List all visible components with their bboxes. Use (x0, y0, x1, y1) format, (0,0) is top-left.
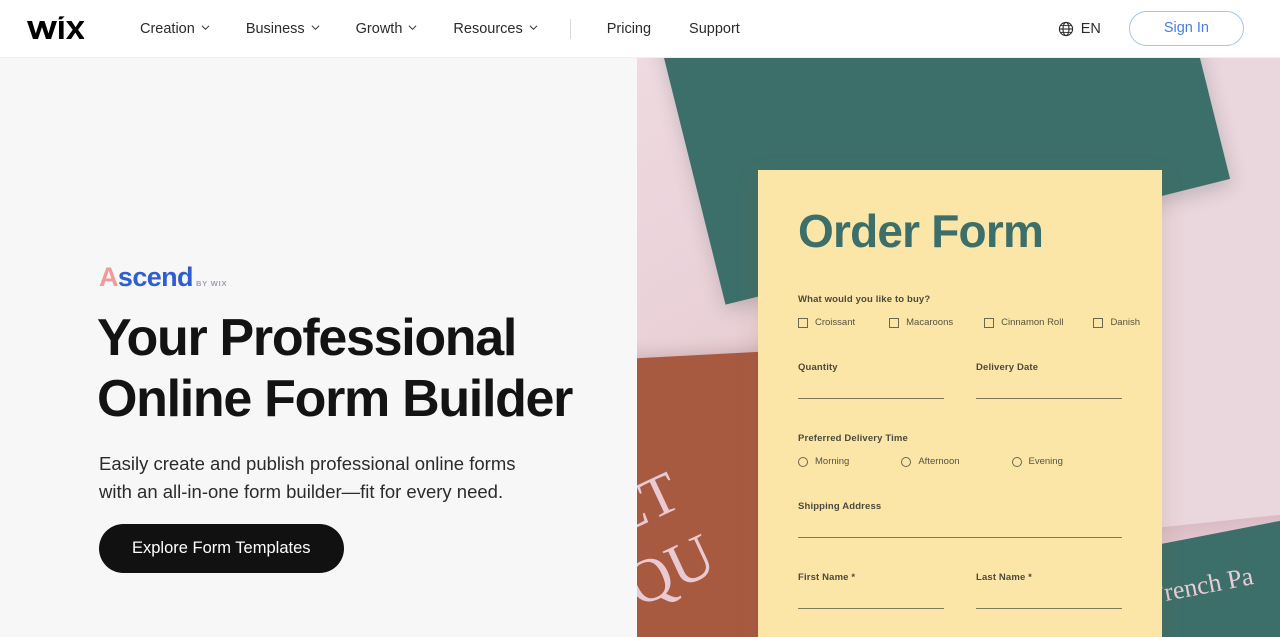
sign-in-button[interactable]: Sign In (1128, 11, 1244, 46)
order-form-title: Order Form (798, 205, 1044, 257)
option-label: Danish (1110, 317, 1141, 328)
nav-item-support[interactable]: Support (689, 15, 740, 43)
photo-rust-text-2: TIQU (637, 521, 726, 637)
quantity-date-row: Quantity Delivery Date (798, 362, 1122, 399)
preferred-time-label: Preferred Delivery Time (798, 433, 908, 444)
radio-icon[interactable] (901, 456, 912, 467)
time-options-row: Morning Afternoon Evening (798, 456, 1122, 467)
nav-item-pricing[interactable]: Pricing (607, 15, 651, 43)
chevron-down-icon (201, 23, 210, 32)
site-header: Creation Business Growth Resources Prici… (0, 0, 1280, 58)
main-nav: Creation Business Growth Resources Prici… (140, 15, 778, 43)
checkbox-icon[interactable] (798, 317, 808, 328)
nav-item-creation[interactable]: Creation (140, 15, 210, 43)
language-label: EN (1080, 20, 1101, 37)
explore-form-templates-button[interactable]: Explore Form Templates (99, 524, 344, 573)
delivery-date-input[interactable] (976, 373, 1122, 399)
option-label: Croissant (815, 317, 856, 328)
wix-logo[interactable] (26, 14, 84, 44)
first-name-input[interactable] (798, 583, 944, 609)
checkbox-icon[interactable] (984, 317, 995, 328)
ascend-wordmark: Ascend (99, 262, 194, 292)
page-root: Creation Business Growth Resources Prici… (0, 0, 1280, 637)
header-actions: EN Sign In (1058, 11, 1244, 46)
quantity-input[interactable] (798, 373, 944, 399)
quantity-label: Quantity (798, 362, 838, 373)
hero-subheading: Easily create and publish professional o… (99, 450, 529, 506)
checkbox-danish[interactable]: Danish (1093, 317, 1140, 328)
page-title: Your Professional Online Form Builder (97, 308, 617, 430)
nav-divider (569, 18, 571, 39)
subhead-line-1: Easily create and publish professional o… (99, 453, 516, 474)
ascend-rest: scend (117, 262, 194, 292)
globe-icon (1058, 21, 1074, 37)
headline-line-1: Your Professional (97, 309, 517, 367)
checkbox-icon[interactable] (1093, 317, 1104, 328)
delivery-date-field-group: Delivery Date (976, 362, 1122, 399)
quantity-field-group: Quantity (798, 362, 944, 399)
last-name-label: Last Name * (976, 572, 1033, 583)
hero-photo: ncios Street, , CA 94158, U French Patis… (637, 58, 1280, 637)
buy-question-label: What would you like to buy? (798, 294, 931, 305)
checkbox-cinnamon-roll[interactable]: Cinnamon Roll (984, 317, 1063, 328)
option-label: Afternoon (918, 456, 960, 467)
first-name-field-group: First Name * (798, 572, 944, 609)
delivery-date-label: Delivery Date (976, 362, 1039, 373)
buy-question-group: What would you like to buy? Croissant Ma… (798, 294, 1140, 328)
ascend-by-wix: BY WIX (195, 279, 228, 288)
radio-morning[interactable]: Morning (798, 456, 849, 467)
last-name-input[interactable] (976, 583, 1122, 609)
nav-label: Creation (140, 20, 195, 37)
ascend-logo: Ascend BY WIX (99, 264, 227, 291)
name-row: First Name * Last Name * (798, 572, 1122, 609)
option-label: Morning (815, 456, 850, 467)
hero-left-panel: Ascend BY WIX Your Professional Online F… (0, 58, 637, 637)
radio-afternoon[interactable]: Afternoon (901, 456, 960, 467)
radio-icon[interactable] (798, 456, 808, 467)
nav-label: Growth (355, 20, 403, 37)
shipping-address-group: Shipping Address (798, 501, 1122, 538)
shipping-address-input[interactable] (798, 512, 1122, 538)
nav-label: Pricing (606, 20, 652, 37)
shipping-address-label: Shipping Address (798, 501, 882, 512)
nav-label: Resources (453, 20, 523, 37)
checkbox-icon[interactable] (889, 317, 900, 328)
option-label: Evening (1028, 456, 1063, 467)
nav-label: Support (689, 20, 740, 37)
last-name-field-group: Last Name * (976, 572, 1122, 609)
photo-french-patisserie-text: French Pa (1147, 561, 1256, 610)
nav-item-growth[interactable]: Growth (356, 15, 418, 43)
hero-right-panel: ncios Street, , CA 94158, U French Patis… (637, 58, 1280, 637)
subhead-line-2: with an all-in-one form builder—fit for … (99, 481, 504, 502)
first-name-label: First Name * (798, 572, 856, 583)
radio-evening[interactable]: Evening (1011, 456, 1063, 467)
option-label: Cinnamon Roll (1001, 317, 1064, 328)
headline-line-2: Online Form Builder (97, 370, 573, 428)
chevron-down-icon (408, 23, 417, 32)
option-label: Macaroons (906, 317, 954, 328)
chevron-down-icon (529, 23, 538, 32)
order-form-card: Order Form What would you like to buy? C… (758, 170, 1162, 637)
checkbox-croissant[interactable]: Croissant (798, 317, 855, 328)
nav-item-business[interactable]: Business (246, 15, 320, 43)
chevron-down-icon (311, 23, 320, 32)
ascend-initial: A (99, 262, 119, 292)
radio-icon[interactable] (1011, 456, 1022, 467)
buy-options-row: Croissant Macaroons Cinnamon Roll Danish (798, 317, 1140, 328)
language-selector[interactable]: EN (1058, 21, 1101, 37)
preferred-time-group: Preferred Delivery Time Morning Afternoo… (798, 433, 1122, 467)
nav-item-resources[interactable]: Resources (453, 15, 538, 43)
nav-label: Business (245, 20, 305, 37)
checkbox-macaroons[interactable]: Macaroons (889, 317, 953, 328)
